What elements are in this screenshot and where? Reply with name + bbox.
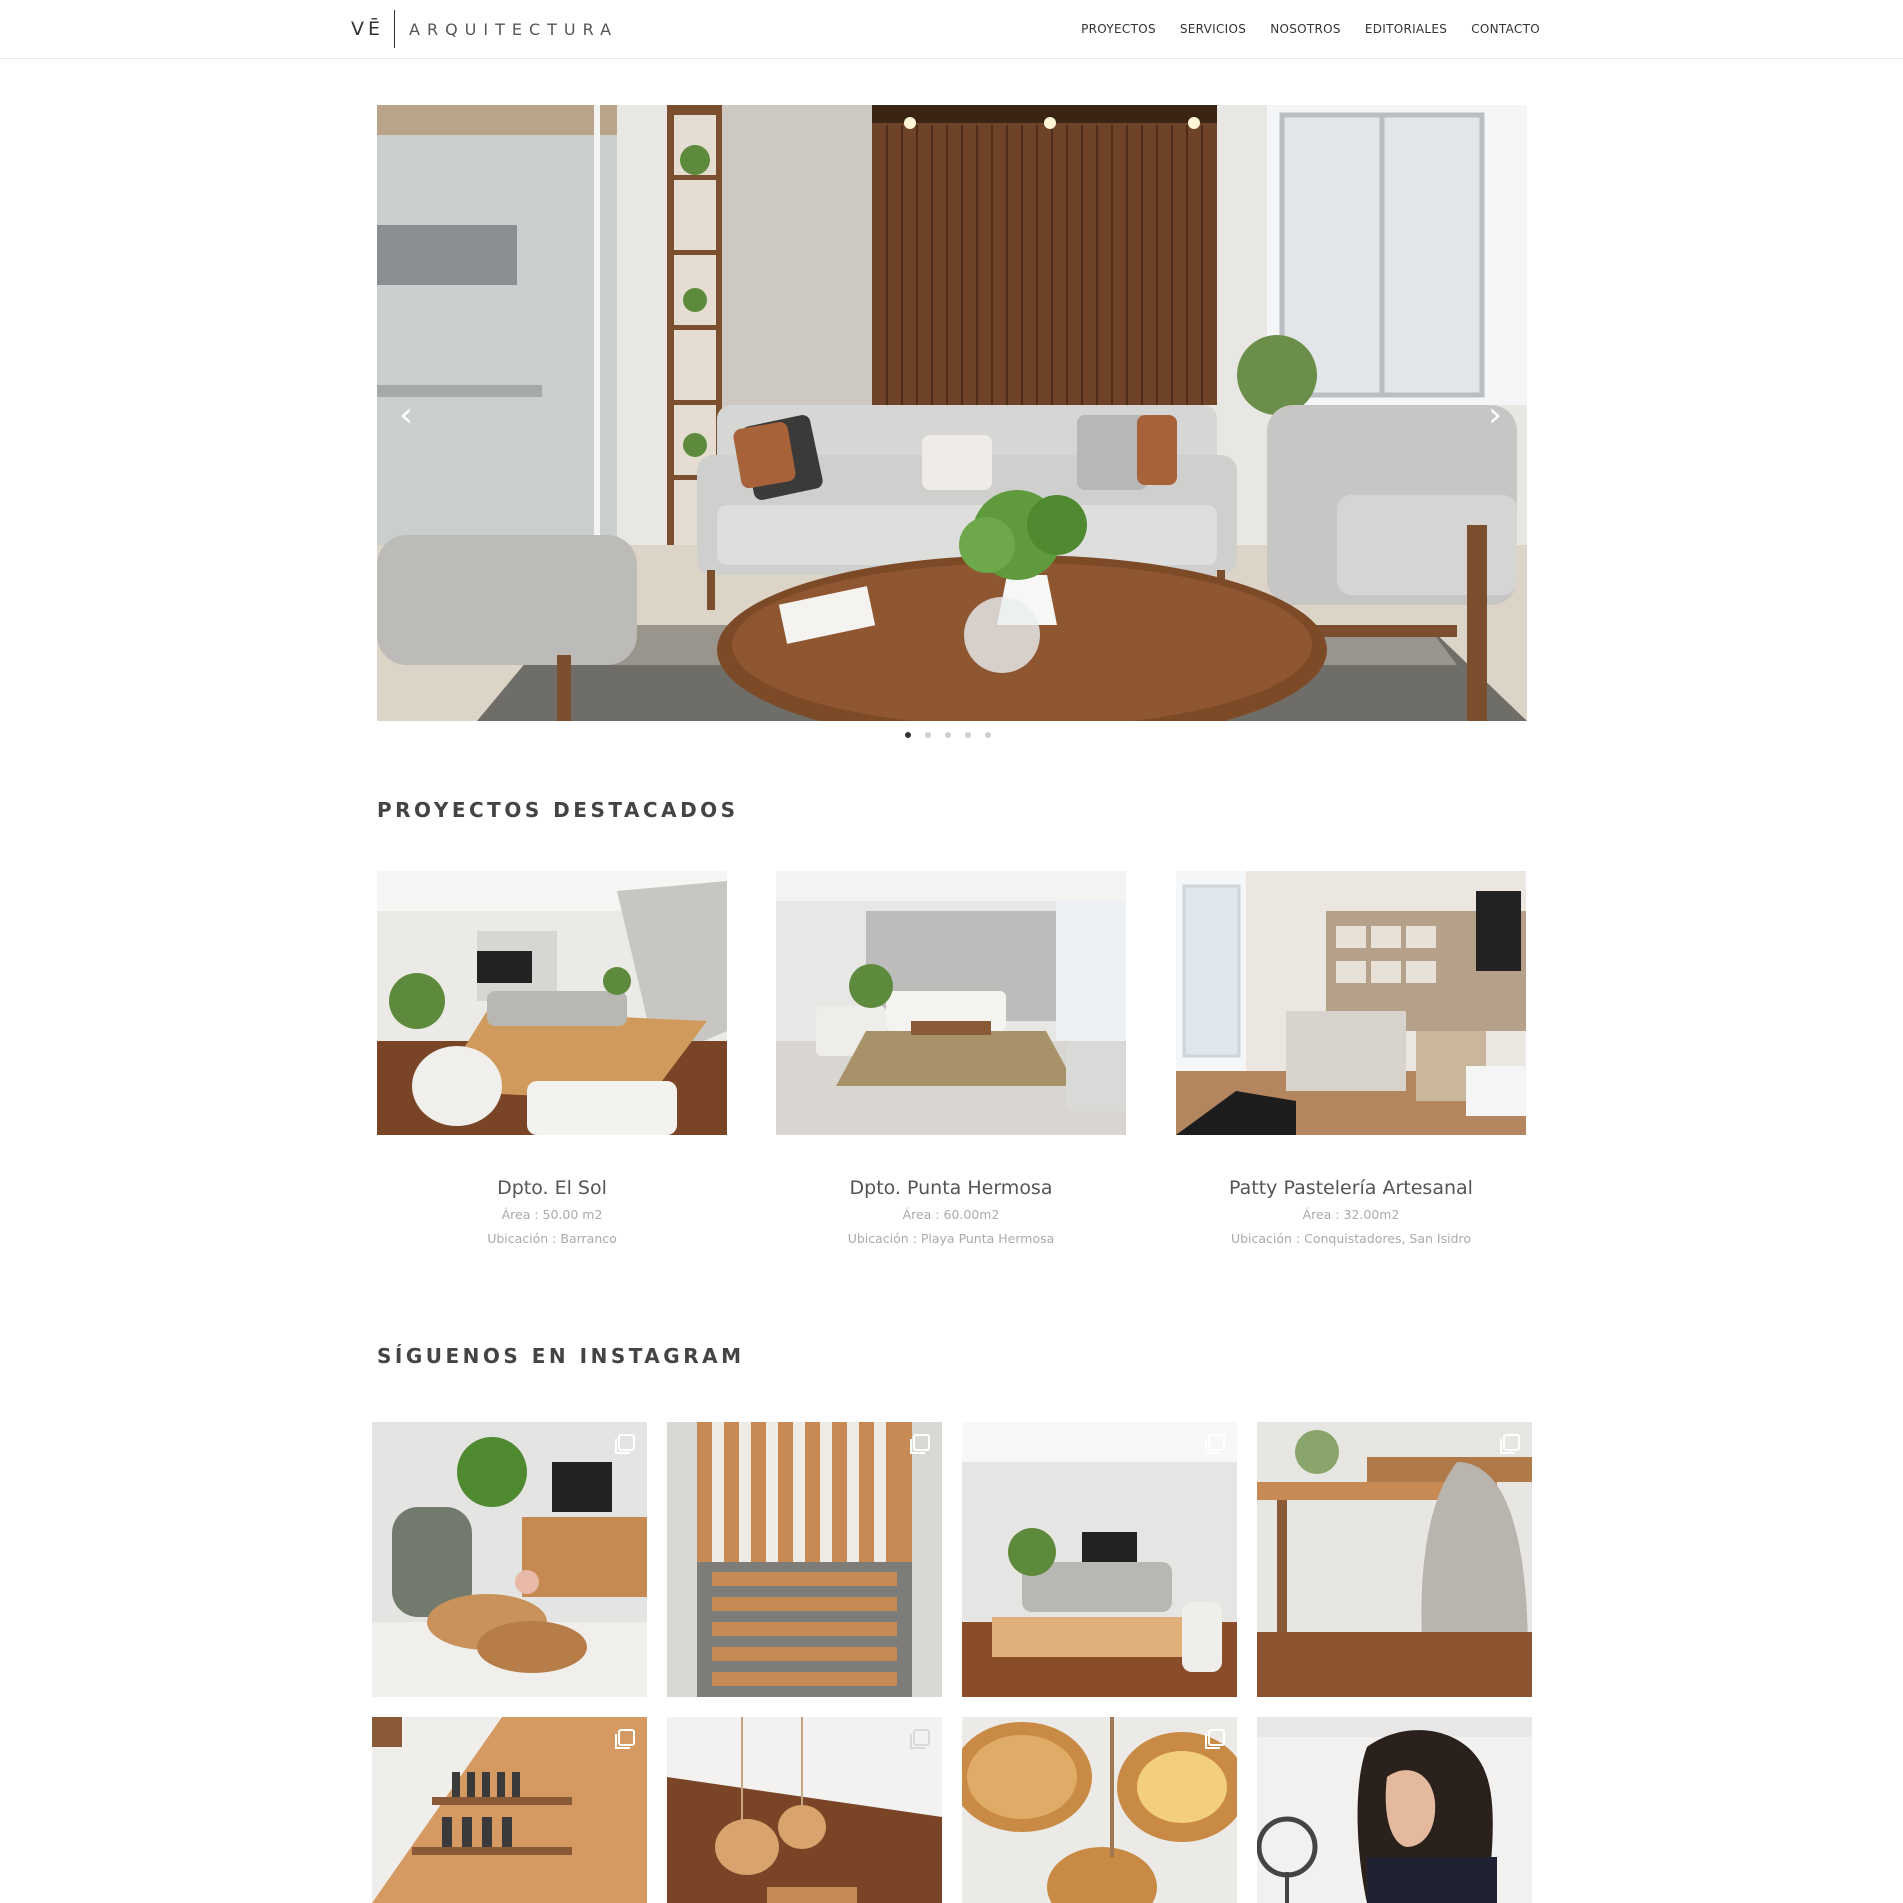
hero-dot-1[interactable] [905, 732, 911, 738]
logo-divider [394, 10, 396, 48]
hero-next-arrow[interactable]: › [1480, 395, 1510, 435]
instagram-post[interactable] [667, 1717, 942, 1903]
carousel-post-icon [1205, 1434, 1225, 1454]
featured-projects-title: PROYECTOS DESTACADOS [377, 798, 739, 822]
instagram-post[interactable] [667, 1422, 942, 1697]
carousel-post-icon [910, 1729, 930, 1749]
hero-dot-4[interactable] [965, 732, 971, 738]
project-area: Área : 60.00m2 [902, 1207, 1000, 1222]
hero-prev-arrow[interactable]: ‹ [391, 395, 421, 435]
nav-editoriales[interactable]: EDITORIALES [1365, 22, 1447, 36]
project-image[interactable] [776, 871, 1126, 1135]
instagram-post[interactable] [372, 1717, 647, 1903]
project-area: Área : 32.00m2 [1302, 1207, 1400, 1222]
instagram-post[interactable] [1257, 1422, 1532, 1697]
project-area: Área : 50.00 m2 [501, 1207, 603, 1222]
carousel-post-icon [615, 1434, 635, 1454]
site-header: VĒ ARQUITECTURA PROYECTOS SERVICIOS NOSO… [0, 0, 1903, 59]
project-card[interactable]: Patty Pastelería Artesanal Área : 32.00m… [1176, 871, 1526, 1246]
carousel-post-icon [1500, 1434, 1520, 1454]
project-location: Ubicación : Barranco [487, 1231, 617, 1246]
project-location: Ubicación : Playa Punta Hermosa [847, 1231, 1055, 1246]
nav-contacto[interactable]: CONTACTO [1471, 22, 1540, 36]
project-name[interactable]: Patty Pastelería Artesanal [1176, 1177, 1526, 1199]
hero-dot-5[interactable] [985, 732, 991, 738]
instagram-post[interactable] [372, 1422, 647, 1697]
project-location: Ubicación : Conquistadores, San Isidro [1230, 1231, 1472, 1246]
project-name[interactable]: Dpto. Punta Hermosa [776, 1177, 1126, 1199]
logo-mark: VĒ [351, 18, 385, 40]
hero-pagination [905, 732, 991, 738]
nav-proyectos[interactable]: PROYECTOS [1081, 22, 1156, 36]
instagram-post[interactable] [962, 1717, 1237, 1903]
main-nav: PROYECTOS SERVICIOS NOSOTROS EDITORIALES… [1081, 22, 1540, 36]
project-card[interactable]: Dpto. El Sol Área : 50.00 m2 Ubicación :… [377, 871, 727, 1246]
nav-nosotros[interactable]: NOSOTROS [1270, 22, 1341, 36]
carousel-post-icon [615, 1729, 635, 1749]
project-card[interactable]: Dpto. Punta Hermosa Área : 60.00m2 Ubica… [776, 871, 1126, 1246]
logo[interactable]: VĒ ARQUITECTURA [351, 10, 618, 48]
nav-servicios[interactable]: SERVICIOS [1180, 22, 1246, 36]
hero-dot-3[interactable] [945, 732, 951, 738]
instagram-title: SÍGUENOS EN INSTAGRAM [377, 1344, 745, 1368]
logo-name: ARQUITECTURA [409, 19, 619, 39]
project-image[interactable] [1176, 871, 1526, 1135]
hero-dot-2[interactable] [925, 732, 931, 738]
carousel-post-icon [1205, 1729, 1225, 1749]
instagram-post[interactable] [962, 1422, 1237, 1697]
project-name[interactable]: Dpto. El Sol [377, 1177, 727, 1199]
instagram-post[interactable] [1257, 1717, 1532, 1903]
hero-slide-image [377, 105, 1527, 721]
project-image[interactable] [377, 871, 727, 1135]
carousel-post-icon [910, 1434, 930, 1454]
